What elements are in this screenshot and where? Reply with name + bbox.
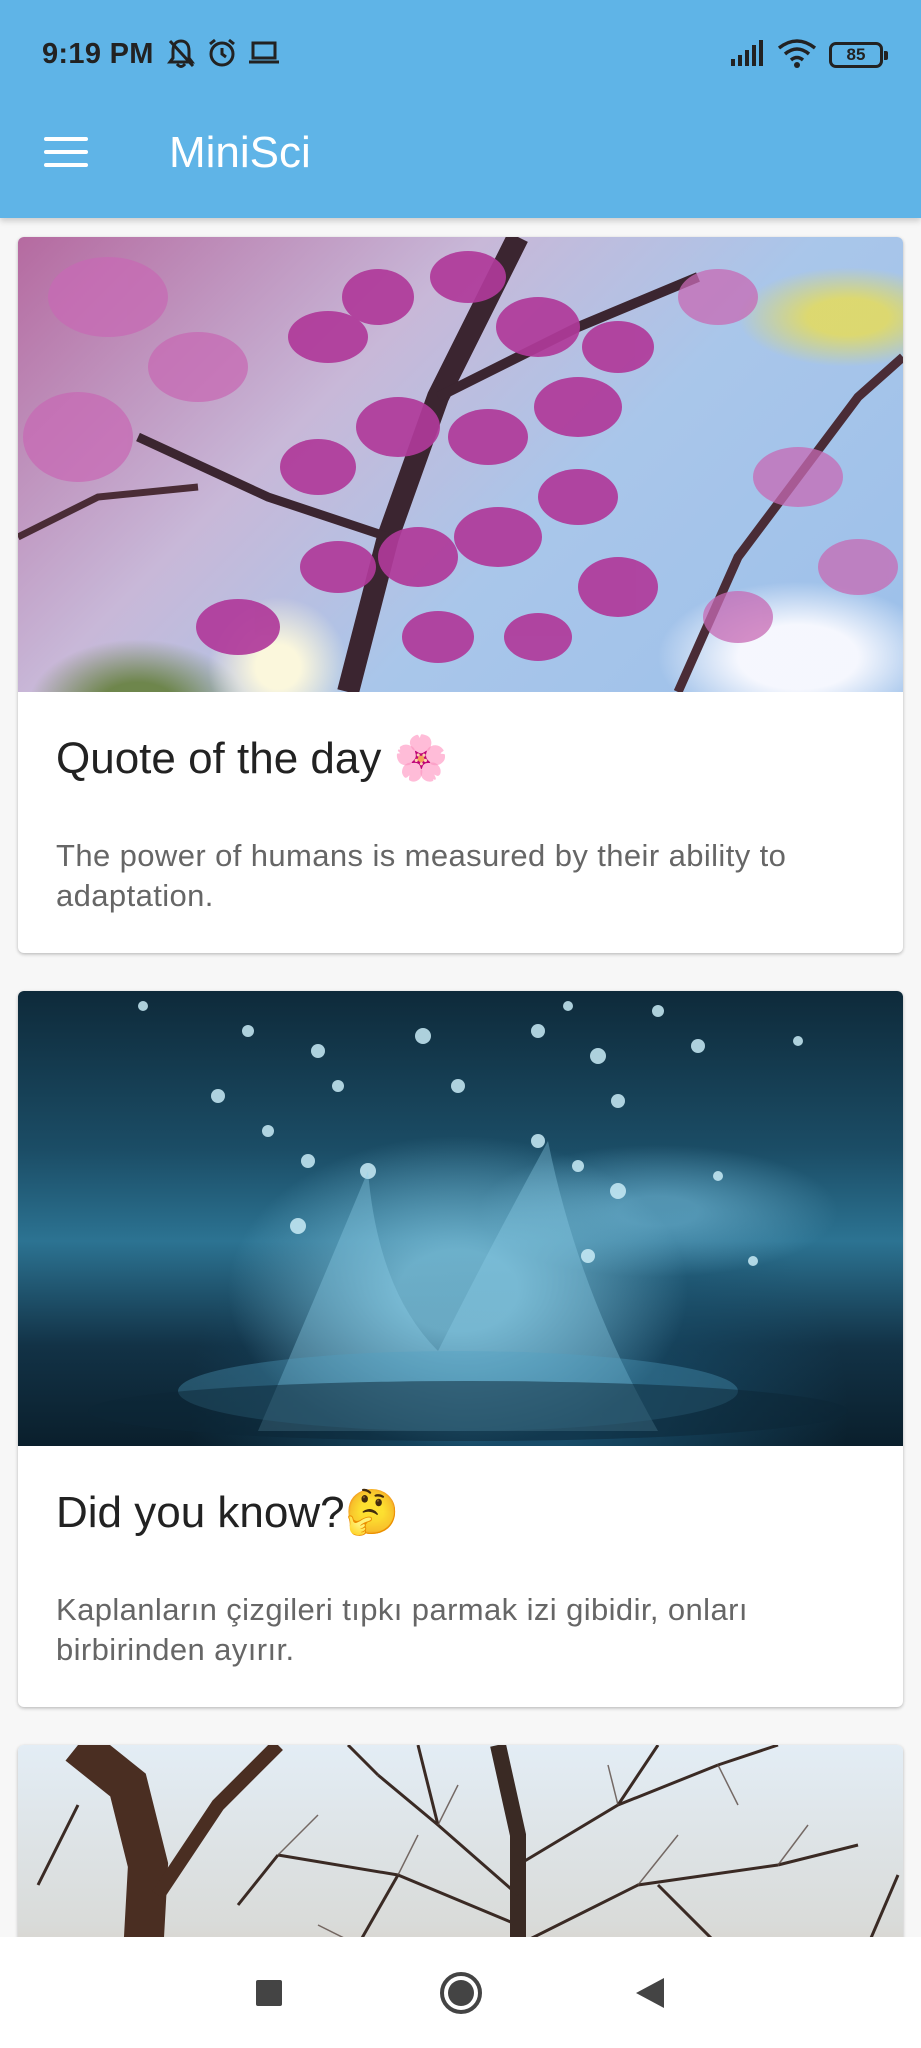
system-navigation-bar [0,1937,921,2048]
card-feed[interactable]: Quote of the day 🌸 The power of humans i… [0,218,921,1937]
alarm-icon [206,37,238,74]
top-app-bar: 9:19 PM 85 MiniSci [0,0,921,218]
status-icons-right: 85 [729,38,888,73]
wifi-icon [777,38,817,73]
back-triangle-icon[interactable] [620,1963,680,2023]
hamburger-menu-icon[interactable] [30,122,100,182]
water-splash-photo [18,991,903,1446]
app-title: MiniSci [169,128,311,177]
signal-icon [729,39,765,72]
quote-card[interactable]: Quote of the day 🌸 The power of humans i… [18,237,903,953]
recents-square-icon[interactable] [239,1963,299,2023]
status-time: 9:19 PM [42,38,154,70]
home-circle-icon[interactable] [431,1963,491,2023]
card-title: Quote of the day 🌸 [56,734,449,783]
battery-icon: 85 [829,42,888,68]
did-you-know-card[interactable]: Did you know?🤔 Kaplanların çizgileri tıp… [18,991,903,1707]
battery-level: 85 [846,45,866,64]
pink-blossom-photo [18,237,903,692]
bare-tree-photo [18,1745,903,1937]
laptop-icon [248,38,280,73]
card-title: Did you know?🤔 [56,1488,400,1537]
tree-card[interactable] [18,1745,903,1937]
status-icons-left [166,38,280,72]
muted-bell-icon [166,37,196,74]
card-text: Kaplanların çizgileri tıpkı parmak izi g… [56,1592,748,1667]
card-text: The power of humans is measured by their… [56,838,787,913]
